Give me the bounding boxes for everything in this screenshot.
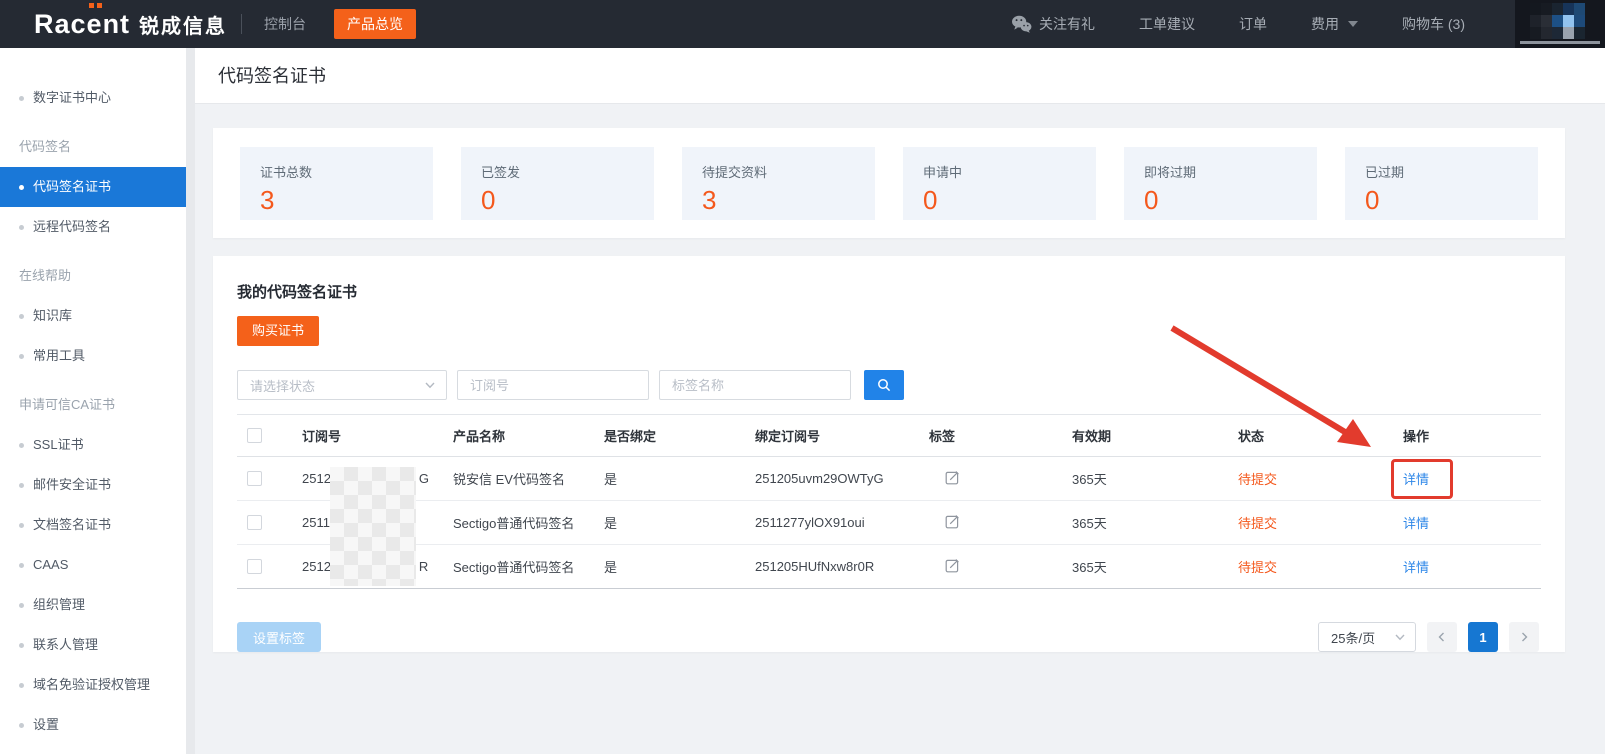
next-page-button[interactable]	[1509, 622, 1539, 652]
chevron-down-icon	[1394, 631, 1406, 643]
sidebar-item-org-management[interactable]: 组织管理	[0, 585, 186, 625]
chevron-left-icon	[1436, 631, 1448, 643]
prev-page-button[interactable]	[1427, 622, 1457, 652]
logo-text: Racent	[34, 9, 130, 40]
chevron-right-icon	[1518, 631, 1530, 643]
set-tag-button[interactable]: 设置标签	[237, 622, 321, 652]
section-title: 我的代码签名证书	[237, 281, 357, 302]
table-row: 2511 Sectigo普通代码签名 是 2511277ylOX91oui 36…	[237, 501, 1541, 545]
current-page-button[interactable]: 1	[1468, 622, 1498, 652]
edit-tag-icon[interactable]	[945, 517, 960, 532]
wechat-icon	[1011, 15, 1032, 33]
stats-card: 证书总数 3 已签发 0 待提交资料 3 申请中 0 即将过期 0 已过期 0	[213, 128, 1565, 238]
buy-cert-button[interactable]: 购买证书	[237, 316, 319, 346]
stat-applying: 申请中 0	[903, 147, 1096, 220]
stat-issued: 已签发 0	[461, 147, 654, 220]
pagination: 25条/页 1	[1318, 622, 1539, 652]
nav-item-follow-gift[interactable]: 关注有礼	[1011, 14, 1095, 34]
main-content: 代码签名证书 证书总数 3 已签发 0 待提交资料 3 申请中 0 即将过期 0…	[195, 48, 1605, 754]
table-row: 2512R Sectigo普通代码签名 是 251205HUfNxw8r0R 3…	[237, 545, 1541, 589]
edit-tag-icon[interactable]	[945, 473, 960, 488]
details-link[interactable]: 详情	[1403, 516, 1429, 531]
sidebar: 数字证书中心 代码签名 代码签名证书 远程代码签名 在线帮助 知识库 常用工具 …	[0, 48, 186, 754]
stat-total-certs: 证书总数 3	[240, 147, 433, 220]
avatar-mosaic	[1530, 3, 1585, 39]
logo-text-cn: 锐成信息	[139, 10, 227, 39]
row-checkbox[interactable]	[247, 471, 262, 486]
sidebar-item-digital-cert-center[interactable]: 数字证书中心	[0, 78, 186, 118]
user-avatar[interactable]	[1515, 0, 1605, 48]
table-header-row: 订阅号 产品名称 是否绑定 绑定订阅号 标签 有效期 状态 操作	[237, 414, 1541, 457]
nav-item-product-overview[interactable]: 产品总览	[334, 9, 416, 39]
sidebar-item-common-tools[interactable]: 常用工具	[0, 336, 186, 376]
row-checkbox[interactable]	[247, 515, 262, 530]
certificates-card: 我的代码签名证书 购买证书 请选择状态 订阅号 产品名称 是否绑定 绑定订阅号 …	[213, 256, 1565, 652]
status-badge: 待提交	[1228, 469, 1393, 488]
search-button[interactable]	[864, 370, 904, 400]
sidebar-item-doc-signing-cert[interactable]: 文档签名证书	[0, 505, 186, 545]
top-navbar: Racent 锐成信息 控制台 产品总览 关注有礼 工单建议 订单 费用 购物车…	[0, 0, 1605, 48]
sidebar-item-email-cert[interactable]: 邮件安全证书	[0, 465, 186, 505]
nav-item-console[interactable]: 控制台	[264, 14, 306, 34]
sidebar-section-code-signing: 代码签名	[0, 127, 186, 167]
stat-expired: 已过期 0	[1345, 147, 1538, 220]
annotation-highlight-box	[1391, 459, 1453, 499]
page-size-select[interactable]: 25条/页	[1318, 622, 1416, 652]
sidebar-item-remote-code-signing[interactable]: 远程代码签名	[0, 207, 186, 247]
certificates-table: 订阅号 产品名称 是否绑定 绑定订阅号 标签 有效期 状态 操作 2512G 锐…	[237, 414, 1541, 589]
sidebar-item-caas[interactable]: CAAS	[0, 545, 186, 585]
sidebar-item-settings[interactable]: 设置	[0, 705, 186, 745]
stat-expiring-soon: 即将过期 0	[1124, 147, 1317, 220]
details-link[interactable]: 详情	[1403, 560, 1429, 575]
chevron-down-icon	[424, 379, 436, 391]
row-checkbox[interactable]	[247, 559, 262, 574]
sidebar-item-ssl-cert[interactable]: SSL证书	[0, 425, 186, 465]
subscription-input[interactable]	[457, 370, 649, 400]
status-select[interactable]: 请选择状态	[237, 370, 447, 400]
page-title: 代码签名证书	[218, 48, 326, 104]
nav-divider	[241, 14, 242, 34]
status-badge: 待提交	[1228, 557, 1393, 576]
sidebar-item-code-signing-cert[interactable]: 代码签名证书	[0, 167, 186, 207]
select-all-checkbox[interactable]	[247, 428, 262, 443]
nav-item-billing[interactable]: 费用	[1311, 14, 1358, 34]
stat-pending-materials: 待提交资料 3	[682, 147, 875, 220]
sidebar-item-knowledge-base[interactable]: 知识库	[0, 296, 186, 336]
sidebar-section-online-help: 在线帮助	[0, 256, 186, 296]
edit-tag-icon[interactable]	[945, 561, 960, 576]
sidebar-item-domain-auth-management[interactable]: 域名免验证授权管理	[0, 665, 186, 705]
page-header: 代码签名证书	[195, 48, 1605, 104]
sidebar-section-apply-ca-cert: 申请可信CA证书	[0, 385, 186, 425]
racent-logo[interactable]: Racent 锐成信息	[34, 9, 227, 40]
caret-down-icon	[1348, 21, 1358, 27]
avatar-underline	[1520, 41, 1600, 44]
privacy-blur-mosaic	[330, 467, 416, 586]
search-icon	[876, 377, 892, 393]
nav-item-ticket-suggest[interactable]: 工单建议	[1139, 14, 1195, 34]
nav-item-orders[interactable]: 订单	[1239, 14, 1267, 34]
nav-item-cart[interactable]: 购物车 (3)	[1402, 14, 1465, 34]
sidebar-item-contact-management[interactable]: 联系人管理	[0, 625, 186, 665]
sidebar-scrollbar[interactable]	[186, 48, 195, 754]
status-badge: 待提交	[1228, 513, 1393, 532]
tag-name-input[interactable]	[659, 370, 851, 400]
filter-row: 请选择状态	[237, 370, 904, 400]
table-row: 2512G 锐安信 EV代码签名 是 251205uvm29OWTyG 365天…	[237, 457, 1541, 501]
